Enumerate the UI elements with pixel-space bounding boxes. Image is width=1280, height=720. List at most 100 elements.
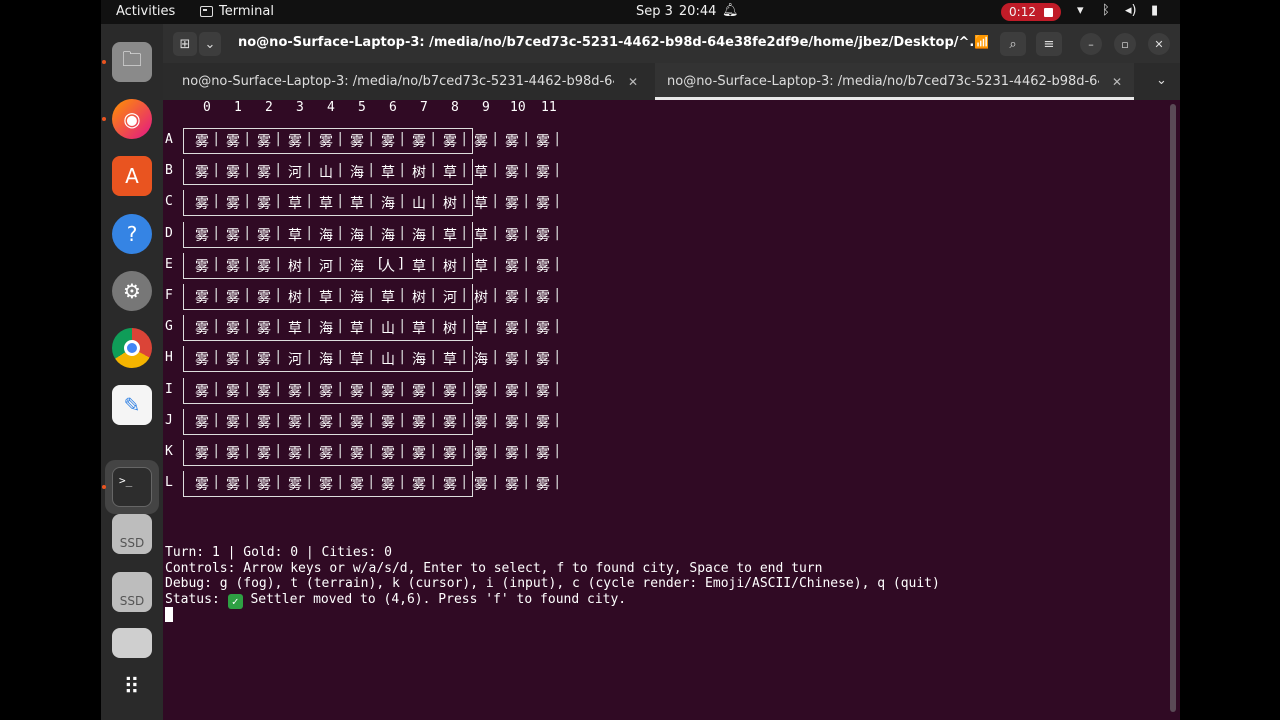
map-cell[interactable]: 雾: [288, 474, 302, 494]
close-icon[interactable]: ✕: [1148, 33, 1170, 55]
map-cell[interactable]: 雾: [350, 131, 364, 151]
map-cell[interactable]: 雾: [505, 412, 519, 432]
map-cell[interactable]: 雾: [536, 318, 550, 338]
map-cell[interactable]: 雾: [195, 443, 209, 463]
map-cell[interactable]: 雾: [443, 474, 457, 494]
map-cell[interactable]: 雾: [505, 225, 519, 245]
map-cell[interactable]: 雾: [195, 256, 209, 276]
map-cell[interactable]: 雾: [226, 193, 240, 213]
map-cell[interactable]: 雾: [195, 131, 209, 151]
maximize-icon[interactable]: ▫: [1114, 33, 1136, 55]
map-cell[interactable]: 海: [350, 287, 364, 307]
minimize-icon[interactable]: –: [1080, 33, 1102, 55]
map-cell[interactable]: 雾: [257, 443, 271, 463]
map-cell[interactable]: 河: [288, 162, 302, 182]
map-cell[interactable]: 雾: [226, 162, 240, 182]
wifi-icon[interactable]: ▾: [1077, 3, 1084, 18]
map-cell[interactable]: 雾: [226, 256, 240, 276]
map-cell[interactable]: 雾: [257, 256, 271, 276]
app-center-icon[interactable]: A: [112, 156, 152, 196]
map-cell[interactable]: 雾: [505, 162, 519, 182]
map-cell[interactable]: 草: [443, 162, 457, 182]
map-cell[interactable]: 树: [443, 318, 457, 338]
map-cell[interactable]: 雾: [226, 412, 240, 432]
map-cell[interactable]: 雾: [195, 162, 209, 182]
map-cell[interactable]: 草: [443, 349, 457, 369]
tab-list-chevron-icon[interactable]: ⌄: [1156, 73, 1167, 88]
map-cell[interactable]: 河: [443, 287, 457, 307]
map-cell[interactable]: 雾: [195, 225, 209, 245]
map-cell[interactable]: 雾: [412, 412, 426, 432]
chrome-icon[interactable]: [112, 328, 152, 368]
map-cell[interactable]: 雾: [195, 193, 209, 213]
map-cell[interactable]: 雾: [536, 381, 550, 401]
map-cell[interactable]: 雾: [350, 412, 364, 432]
map-cell[interactable]: 雾: [536, 131, 550, 151]
map-cell[interactable]: 雾: [536, 162, 550, 182]
map-cell[interactable]: 河: [319, 256, 333, 276]
map-cell[interactable]: 雾: [381, 443, 395, 463]
map-cell[interactable]: 雾: [536, 349, 550, 369]
map-cell[interactable]: 草: [474, 318, 488, 338]
map-cell[interactable]: 雾: [505, 131, 519, 151]
clock[interactable]: Sep 3 20:44: [636, 4, 716, 19]
map-cell[interactable]: 草: [381, 162, 395, 182]
map-cell[interactable]: 雾: [226, 225, 240, 245]
map-cell[interactable]: 雾: [226, 474, 240, 494]
screen-recording-indicator[interactable]: 0:12: [1001, 3, 1061, 21]
map-cell[interactable]: 草: [474, 162, 488, 182]
map-cell[interactable]: 雾: [257, 162, 271, 182]
map-cell[interactable]: 雾: [195, 412, 209, 432]
map-cell[interactable]: 海: [381, 225, 395, 245]
map-cell[interactable]: 雾: [505, 474, 519, 494]
map-cell[interactable]: 雾: [412, 474, 426, 494]
map-cell[interactable]: 雾: [257, 349, 271, 369]
map-cell[interactable]: 雾: [288, 412, 302, 432]
app-menu[interactable]: Terminal: [200, 4, 274, 19]
map-cell[interactable]: 草: [412, 318, 426, 338]
map-cell[interactable]: 草: [319, 193, 333, 213]
map-cell[interactable]: 草: [381, 287, 395, 307]
map-cell[interactable]: 雾: [505, 193, 519, 213]
map-cell[interactable]: 雾: [288, 381, 302, 401]
map-cell[interactable]: 雾: [257, 225, 271, 245]
map-cell[interactable]: 海: [412, 225, 426, 245]
map-cell[interactable]: 雾: [474, 381, 488, 401]
map-cell[interactable]: 草: [350, 193, 364, 213]
map-cell[interactable]: 雾: [288, 131, 302, 151]
map-cell[interactable]: 山: [412, 193, 426, 213]
battery-icon[interactable]: ▮: [1151, 3, 1158, 18]
map-cell[interactable]: 雾: [195, 474, 209, 494]
terminal-icon[interactable]: >_: [112, 467, 152, 507]
bluetooth-icon[interactable]: ᛒ: [1102, 3, 1110, 18]
map-cell[interactable]: 雾: [505, 287, 519, 307]
map-cell[interactable]: 雾: [412, 131, 426, 151]
tab-2[interactable]: no@no-Surface-Laptop-3: /media/no/b7ced7…: [655, 63, 1134, 100]
map-cell[interactable]: 雾: [412, 381, 426, 401]
map-cell[interactable]: 雾: [319, 474, 333, 494]
map-cell[interactable]: 雾: [505, 349, 519, 369]
map-cell[interactable]: 海: [350, 256, 364, 276]
map-cell[interactable]: 雾: [505, 318, 519, 338]
map-cell[interactable]: 雾: [536, 256, 550, 276]
map-cell[interactable]: 海: [474, 349, 488, 369]
search-icon[interactable]: ⌕: [1000, 32, 1026, 56]
map-cell[interactable]: 草: [288, 225, 302, 245]
map-cell[interactable]: 海: [381, 193, 395, 213]
map-cell[interactable]: 树: [443, 256, 457, 276]
chevron-down-icon[interactable]: ⌄: [199, 32, 221, 56]
map-cell[interactable]: 雾: [381, 131, 395, 151]
close-icon[interactable]: ✕: [628, 75, 638, 89]
map-cell[interactable]: 雾: [226, 131, 240, 151]
map-cell[interactable]: 树: [474, 287, 488, 307]
map-cell[interactable]: 雾: [536, 287, 550, 307]
map-cell[interactable]: 雾: [443, 131, 457, 151]
map-cell[interactable]: 雾: [257, 412, 271, 432]
map-cell[interactable]: 草: [443, 225, 457, 245]
drive-icon[interactable]: [112, 628, 152, 658]
map-cell[interactable]: 雾: [443, 443, 457, 463]
map-cell[interactable]: 海: [319, 225, 333, 245]
map-cell[interactable]: 雾: [474, 474, 488, 494]
map-cell[interactable]: 雾: [505, 443, 519, 463]
help-icon[interactable]: ?: [112, 214, 152, 254]
